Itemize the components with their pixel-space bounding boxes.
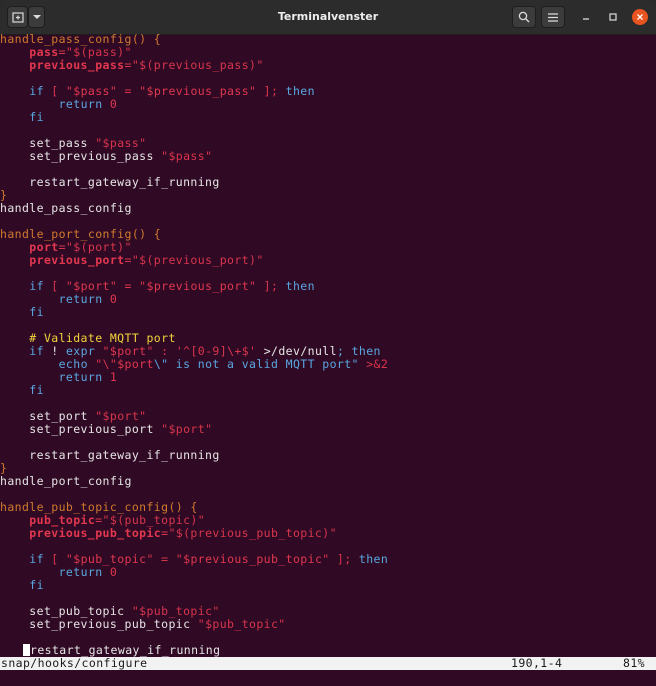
- code-line: fi: [29, 383, 44, 397]
- terminal-content[interactable]: handle_pass_config() { pass="$(pass)" pr…: [0, 33, 656, 686]
- code-line: return 0: [58, 565, 118, 579]
- code-line: set_previous_port "$port": [0, 422, 213, 436]
- code-line: pass="$(pass)": [29, 45, 132, 59]
- code-line: return 0: [58, 292, 118, 306]
- maximize-icon: [609, 13, 617, 21]
- code-line: set_pass "$pass": [0, 136, 147, 150]
- status-cursor-position: 190,1-4: [511, 656, 563, 670]
- minimize-icon: [583, 18, 589, 20]
- code-line: handle_pass_config: [0, 201, 132, 215]
- close-button[interactable]: [632, 9, 648, 25]
- menu-button[interactable]: [541, 6, 565, 28]
- code-line: set_port "$port": [0, 409, 147, 423]
- code-line: return 0: [58, 97, 118, 111]
- code-line: return 1: [58, 370, 118, 384]
- code-line: fi: [29, 578, 44, 592]
- maximize-button[interactable]: [605, 9, 621, 25]
- code-line: restart_gateway_if_running: [0, 448, 220, 462]
- code-line: handle_port_config: [0, 474, 132, 488]
- code-line: echo "\"$port\" is not a valid MQTT port…: [58, 357, 389, 371]
- status-scroll-percent: 81%: [623, 656, 645, 670]
- terminal-window: Terminalvenster handle_pass_config() {p…: [0, 0, 656, 686]
- code-line: fi: [29, 110, 44, 124]
- code-line: fi: [29, 305, 44, 319]
- code-line: set_previous_pass "$pass": [0, 149, 213, 163]
- hamburger-menu-icon: [548, 12, 558, 22]
- code-line: previous_port="$(previous_port)": [29, 253, 264, 267]
- text-cursor: [23, 644, 30, 656]
- code-line: previous_pass="$(previous_pass)": [29, 58, 264, 72]
- code-line: restart_gateway_if_running: [0, 175, 220, 189]
- minimize-button[interactable]: [578, 9, 594, 25]
- status-filename: snap/hooks/configure: [1, 656, 148, 670]
- title-bar: Terminalvenster: [0, 0, 656, 35]
- code-line: previous_pub_topic="$(previous_pub_topic…: [29, 526, 337, 540]
- vim-status-line: snap/hooks/configure 190,1-4 81%: [0, 657, 656, 670]
- close-icon: [637, 14, 643, 20]
- search-button[interactable]: [512, 6, 536, 28]
- code-line: port="$(port)": [29, 240, 132, 254]
- search-icon: [518, 11, 530, 23]
- code-line: set_previous_pub_topic "$pub_topic": [0, 617, 286, 631]
